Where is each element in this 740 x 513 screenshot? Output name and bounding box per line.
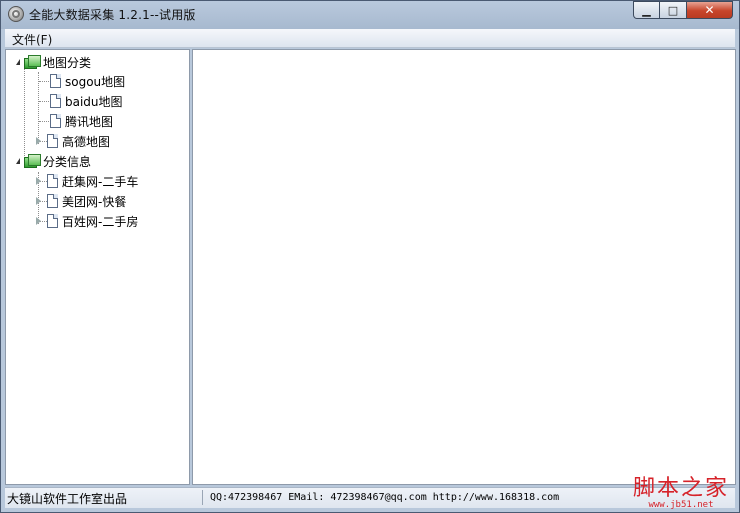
tree-connector xyxy=(24,64,25,160)
tree-node-sogou-map[interactable]: sogou地图 xyxy=(48,72,125,90)
document-icon xyxy=(50,74,61,88)
status-contact: QQ:472398467 EMail: 472398467@qq.com htt… xyxy=(210,492,560,503)
document-icon xyxy=(47,134,58,148)
expand-arrow-icon[interactable] xyxy=(36,197,41,205)
tree-node-meituan-fastfood[interactable]: 美团网-快餐 xyxy=(36,192,126,210)
document-icon xyxy=(47,214,58,228)
tree-node-classified-info[interactable]: 分类信息 xyxy=(16,152,91,170)
tree-node-baidu-map[interactable]: baidu地图 xyxy=(48,92,123,110)
document-icon xyxy=(47,174,58,188)
watermark: 脚本之家 www.jb51.net xyxy=(632,476,729,511)
app-icon[interactable] xyxy=(8,6,24,22)
watermark-url: www.jb51.net xyxy=(648,500,714,510)
close-button[interactable]: ✕ xyxy=(687,1,733,19)
expand-arrow-icon[interactable] xyxy=(36,137,41,145)
document-icon xyxy=(50,94,61,108)
tree-node-label: 腾讯地图 xyxy=(65,114,114,129)
status-divider xyxy=(202,490,203,505)
folder-icon xyxy=(24,154,41,168)
tree-node-label: 赶集网-二手车 xyxy=(62,174,139,189)
status-company: 大镜山软件工作室出品 xyxy=(7,492,128,506)
collapse-arrow-icon[interactable] xyxy=(16,59,20,65)
expand-arrow-icon[interactable] xyxy=(36,217,41,225)
tree-node-map-category[interactable]: 地图分类 xyxy=(16,53,91,71)
tree-node-tencent-map[interactable]: 腾讯地图 xyxy=(48,112,113,130)
tree-node-label: 百姓网-二手房 xyxy=(62,214,139,229)
window-controls: ▁ □ ✕ xyxy=(633,1,733,20)
status-bar: 大镜山软件工作室出品 QQ:472398467 EMail: 472398467… xyxy=(5,487,735,508)
folder-icon xyxy=(24,55,41,69)
tree-node-gaode-map[interactable]: 高德地图 xyxy=(36,132,110,150)
tree-node-label: 高德地图 xyxy=(62,134,111,149)
content-panel[interactable] xyxy=(192,49,736,485)
tree-node-ganji-cars[interactable]: 赶集网-二手车 xyxy=(36,172,138,190)
menu-bar: 文件(F) xyxy=(5,29,735,48)
tree-node-label: sogou地图 xyxy=(65,74,126,89)
document-icon xyxy=(47,194,58,208)
title-bar[interactable]: 全能大数据采集 1.2.1--试用版 ▁ □ ✕ xyxy=(1,1,739,27)
minimize-button[interactable]: ▁ xyxy=(633,1,660,19)
document-icon xyxy=(50,114,61,128)
tree-node-label: baidu地图 xyxy=(65,94,123,109)
tree-node-label: 美团网-快餐 xyxy=(62,194,127,209)
maximize-button[interactable]: □ xyxy=(660,1,687,19)
expand-arrow-icon[interactable] xyxy=(36,177,41,185)
menu-file[interactable]: 文件(F) xyxy=(12,31,52,48)
category-tree[interactable]: 地图分类 sogou地图 baidu地图 腾讯地图 高德地图 分类信息 赶集网-… xyxy=(5,49,190,485)
window-title: 全能大数据采集 1.2.1--试用版 xyxy=(29,8,196,22)
tree-node-label: 分类信息 xyxy=(43,154,92,169)
watermark-text: 脚本之家 xyxy=(632,476,729,501)
tree-node-label: 地图分类 xyxy=(43,55,92,70)
app-window: 全能大数据采集 1.2.1--试用版 ▁ □ ✕ 文件(F) 地图分类 sogo… xyxy=(0,0,740,513)
collapse-arrow-icon[interactable] xyxy=(16,158,20,164)
tree-node-baixing-houses[interactable]: 百姓网-二手房 xyxy=(36,212,138,230)
